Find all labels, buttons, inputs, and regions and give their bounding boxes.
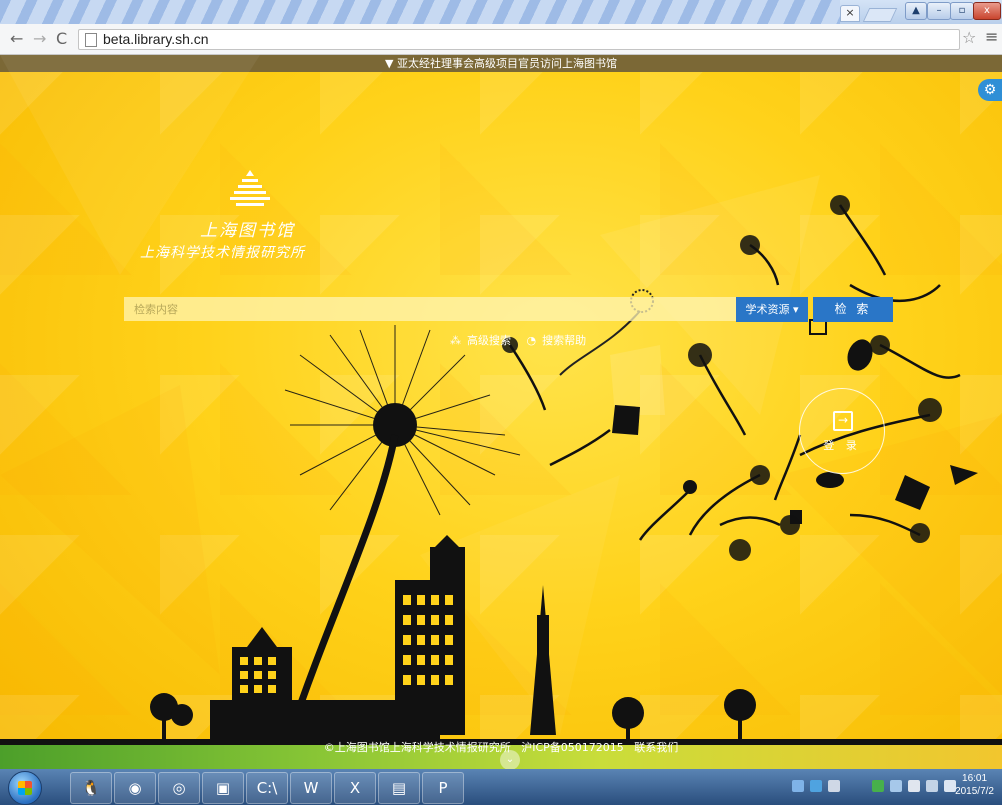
taskbar-explorer-window-button[interactable]: ▣ <box>202 772 244 804</box>
display-icon[interactable] <box>890 780 902 792</box>
menu-icon[interactable]: ≡ <box>985 27 998 46</box>
taskbar-file-manager-button[interactable]: ▤ <box>378 772 420 804</box>
taskbar-excel-button[interactable]: X <box>334 772 376 804</box>
windows-taskbar: 🐧 ◉ ◎ ▣ C:\ W X ▤ P 16:01 2015/7/2 <box>0 769 1002 805</box>
new-tab-button[interactable] <box>862 8 898 22</box>
tab-strip[interactable] <box>0 0 840 24</box>
reload-icon[interactable]: C <box>56 29 67 48</box>
url-text: beta.library.sh.cn <box>103 31 209 47</box>
taskbar-cmd-button[interactable]: C:\ <box>246 772 288 804</box>
page-viewport: ▼ 亚太经社理事会高级项目官员访问上海图书馆 ⚙ 上海图书馆 上海科学技术情报研… <box>0 55 1002 769</box>
scroll-down-icon[interactable]: ⌄ <box>500 750 520 769</box>
start-button[interactable] <box>8 771 42 805</box>
restore-button[interactable]: ▫ <box>950 2 974 20</box>
clock-time: 16:01 <box>962 773 988 784</box>
search-help-link[interactable]: ◔ 搜索帮助 <box>527 334 593 347</box>
taskbar-powerpoint-button[interactable]: P <box>422 772 464 804</box>
taskbar-chrome-button[interactable]: ◎ <box>158 772 200 804</box>
advanced-search-link[interactable]: ⁂ 高级搜索 <box>450 334 517 347</box>
library-logo[interactable]: 上海图书馆 上海科学技术情报研究所 <box>140 170 360 270</box>
taskbar-firefox-button[interactable]: ◉ <box>114 772 156 804</box>
search-quicklinks: ⁂ 高级搜索 ◔ 搜索帮助 <box>450 332 598 348</box>
grid-icon: ⁂ <box>450 334 461 347</box>
address-toolbar: ← → C beta.library.sh.cn ☆ ≡ <box>0 24 1002 55</box>
site-footer: ©上海图书馆上海科学技术情报研究所 沪ICP备050172015 联系我们 <box>0 739 1002 755</box>
icp-license[interactable]: 沪ICP备050172015 <box>521 741 624 754</box>
search-button[interactable]: 检 索 <box>813 297 893 322</box>
user-profile-button[interactable]: ▲ <box>905 2 927 20</box>
taskbar-qq-button[interactable]: 🐧 <box>70 772 112 804</box>
chevron-down-icon: ▾ <box>792 303 799 316</box>
help-icon: ◔ <box>526 334 537 347</box>
help-tray-icon[interactable] <box>810 780 822 792</box>
page-icon <box>85 33 97 47</box>
tab-close-icon[interactable]: × <box>840 5 860 22</box>
library-name: 上海图书馆 <box>200 221 295 241</box>
tray-expand-icon[interactable] <box>828 780 840 792</box>
bookmark-star-icon[interactable]: ☆ <box>962 28 976 47</box>
forward-arrow-icon[interactable]: → <box>33 29 46 48</box>
clock[interactable]: 16:01 2015/7/2 <box>955 772 994 798</box>
login-label: 登 录 <box>823 439 861 452</box>
search-scope-label: 学术资源 <box>745 303 790 316</box>
login-button[interactable]: → 登 录 <box>799 388 885 474</box>
battery-icon[interactable] <box>908 780 920 792</box>
search-input[interactable] <box>124 297 746 321</box>
copyright-text: ©上海图书馆上海科学技术情报研究所 <box>323 741 511 754</box>
search-scope-dropdown[interactable]: 学术资源 ▾ <box>736 297 808 322</box>
close-window-button[interactable]: x <box>973 2 1001 20</box>
clock-date: 2015/7/2 <box>955 786 994 797</box>
institute-name: 上海科学技术情报研究所 <box>140 245 305 261</box>
network-icon[interactable] <box>792 780 804 792</box>
sign-in-icon: → <box>833 411 853 431</box>
back-arrow-icon[interactable]: ← <box>10 29 23 48</box>
security-icon[interactable] <box>872 780 884 792</box>
monitor-icon[interactable] <box>926 780 938 792</box>
system-tray: 16:01 2015/7/2 <box>732 769 1002 805</box>
library-emblem-icon <box>230 170 270 206</box>
contact-link[interactable]: 联系我们 <box>634 741 678 754</box>
browser-title-bar: × ▲ – ▫ x <box>0 0 1002 24</box>
taskbar-word-button[interactable]: W <box>290 772 332 804</box>
minimize-button[interactable]: – <box>927 2 951 20</box>
url-field[interactable]: beta.library.sh.cn <box>78 29 960 50</box>
